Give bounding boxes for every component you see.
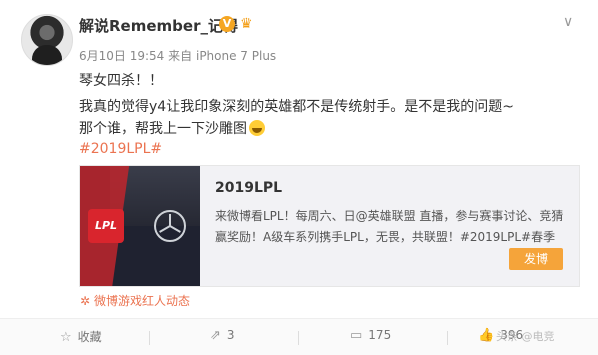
- favorite-button[interactable]: ☆ 收藏: [60, 328, 102, 345]
- card-description: 来微博看LPL！每周六、日@英雄联盟 直播，参与赛事讨论、竞猜赢奖励！A级车系列…: [215, 209, 564, 244]
- author-name[interactable]: 解说Remember_记得: [79, 15, 238, 36]
- vip-icon: ♛: [240, 16, 253, 32]
- action-bar: ☆ 收藏 ⇗ 3 ▭ 175 👍 396 头条 @电竞: [0, 318, 598, 355]
- repost-button[interactable]: ⇗ 3: [210, 328, 235, 343]
- repost-count: 3: [226, 328, 235, 342]
- laugh-emoji-icon: [249, 120, 265, 136]
- comment-count: 175: [368, 328, 392, 342]
- favorite-label: 收藏: [77, 330, 102, 344]
- watermark: 头条 @电竞: [496, 330, 555, 343]
- source-tag[interactable]: ✲ 微博游戏红人动态: [79, 292, 190, 309]
- post-text-line: 琴女四杀！！: [79, 73, 163, 89]
- post-device: iPhone 7 Plus: [195, 49, 277, 63]
- comment-button[interactable]: ▭ 175: [350, 328, 391, 343]
- v-verified-icon: V: [219, 16, 235, 32]
- post-text-line: 我真的觉得y4让我印象深刻的英雄都不是传统射手。是不是我的问题~: [79, 99, 514, 115]
- card-image: LPL: [80, 166, 200, 286]
- chevron-down-icon[interactable]: ∨: [563, 14, 573, 30]
- thumbs-up-icon: 👍: [478, 328, 495, 343]
- avatar[interactable]: [21, 14, 73, 66]
- flower-icon: ✲: [79, 294, 91, 308]
- card-title[interactable]: 2019LPL: [215, 180, 282, 196]
- source-prefix: 来自: [168, 49, 193, 63]
- mercedes-logo-icon: [154, 210, 186, 242]
- post-text-line: 那个谁，帮我上一下沙雕图: [79, 118, 265, 138]
- source-tag-label: 微博游戏红人动态: [94, 294, 191, 308]
- link-card[interactable]: LPL 2019LPL 来微博看LPL！每周六、日@英雄联盟 直播，参与赛事讨论…: [79, 165, 580, 287]
- comment-icon: ▭: [350, 328, 363, 343]
- post-meta: 6月10日 19:54 来自 iPhone 7 Plus: [79, 47, 276, 64]
- hashtag-link[interactable]: #2019LPL#: [79, 141, 162, 157]
- share-icon: ⇗: [210, 328, 221, 343]
- post-button[interactable]: 发博: [509, 248, 563, 270]
- post-date[interactable]: 6月10日 19:54: [79, 49, 164, 63]
- post-text: 那个谁，帮我上一下沙雕图: [79, 121, 247, 137]
- lpl-logo: LPL: [88, 209, 124, 243]
- star-icon: ☆: [60, 330, 72, 345]
